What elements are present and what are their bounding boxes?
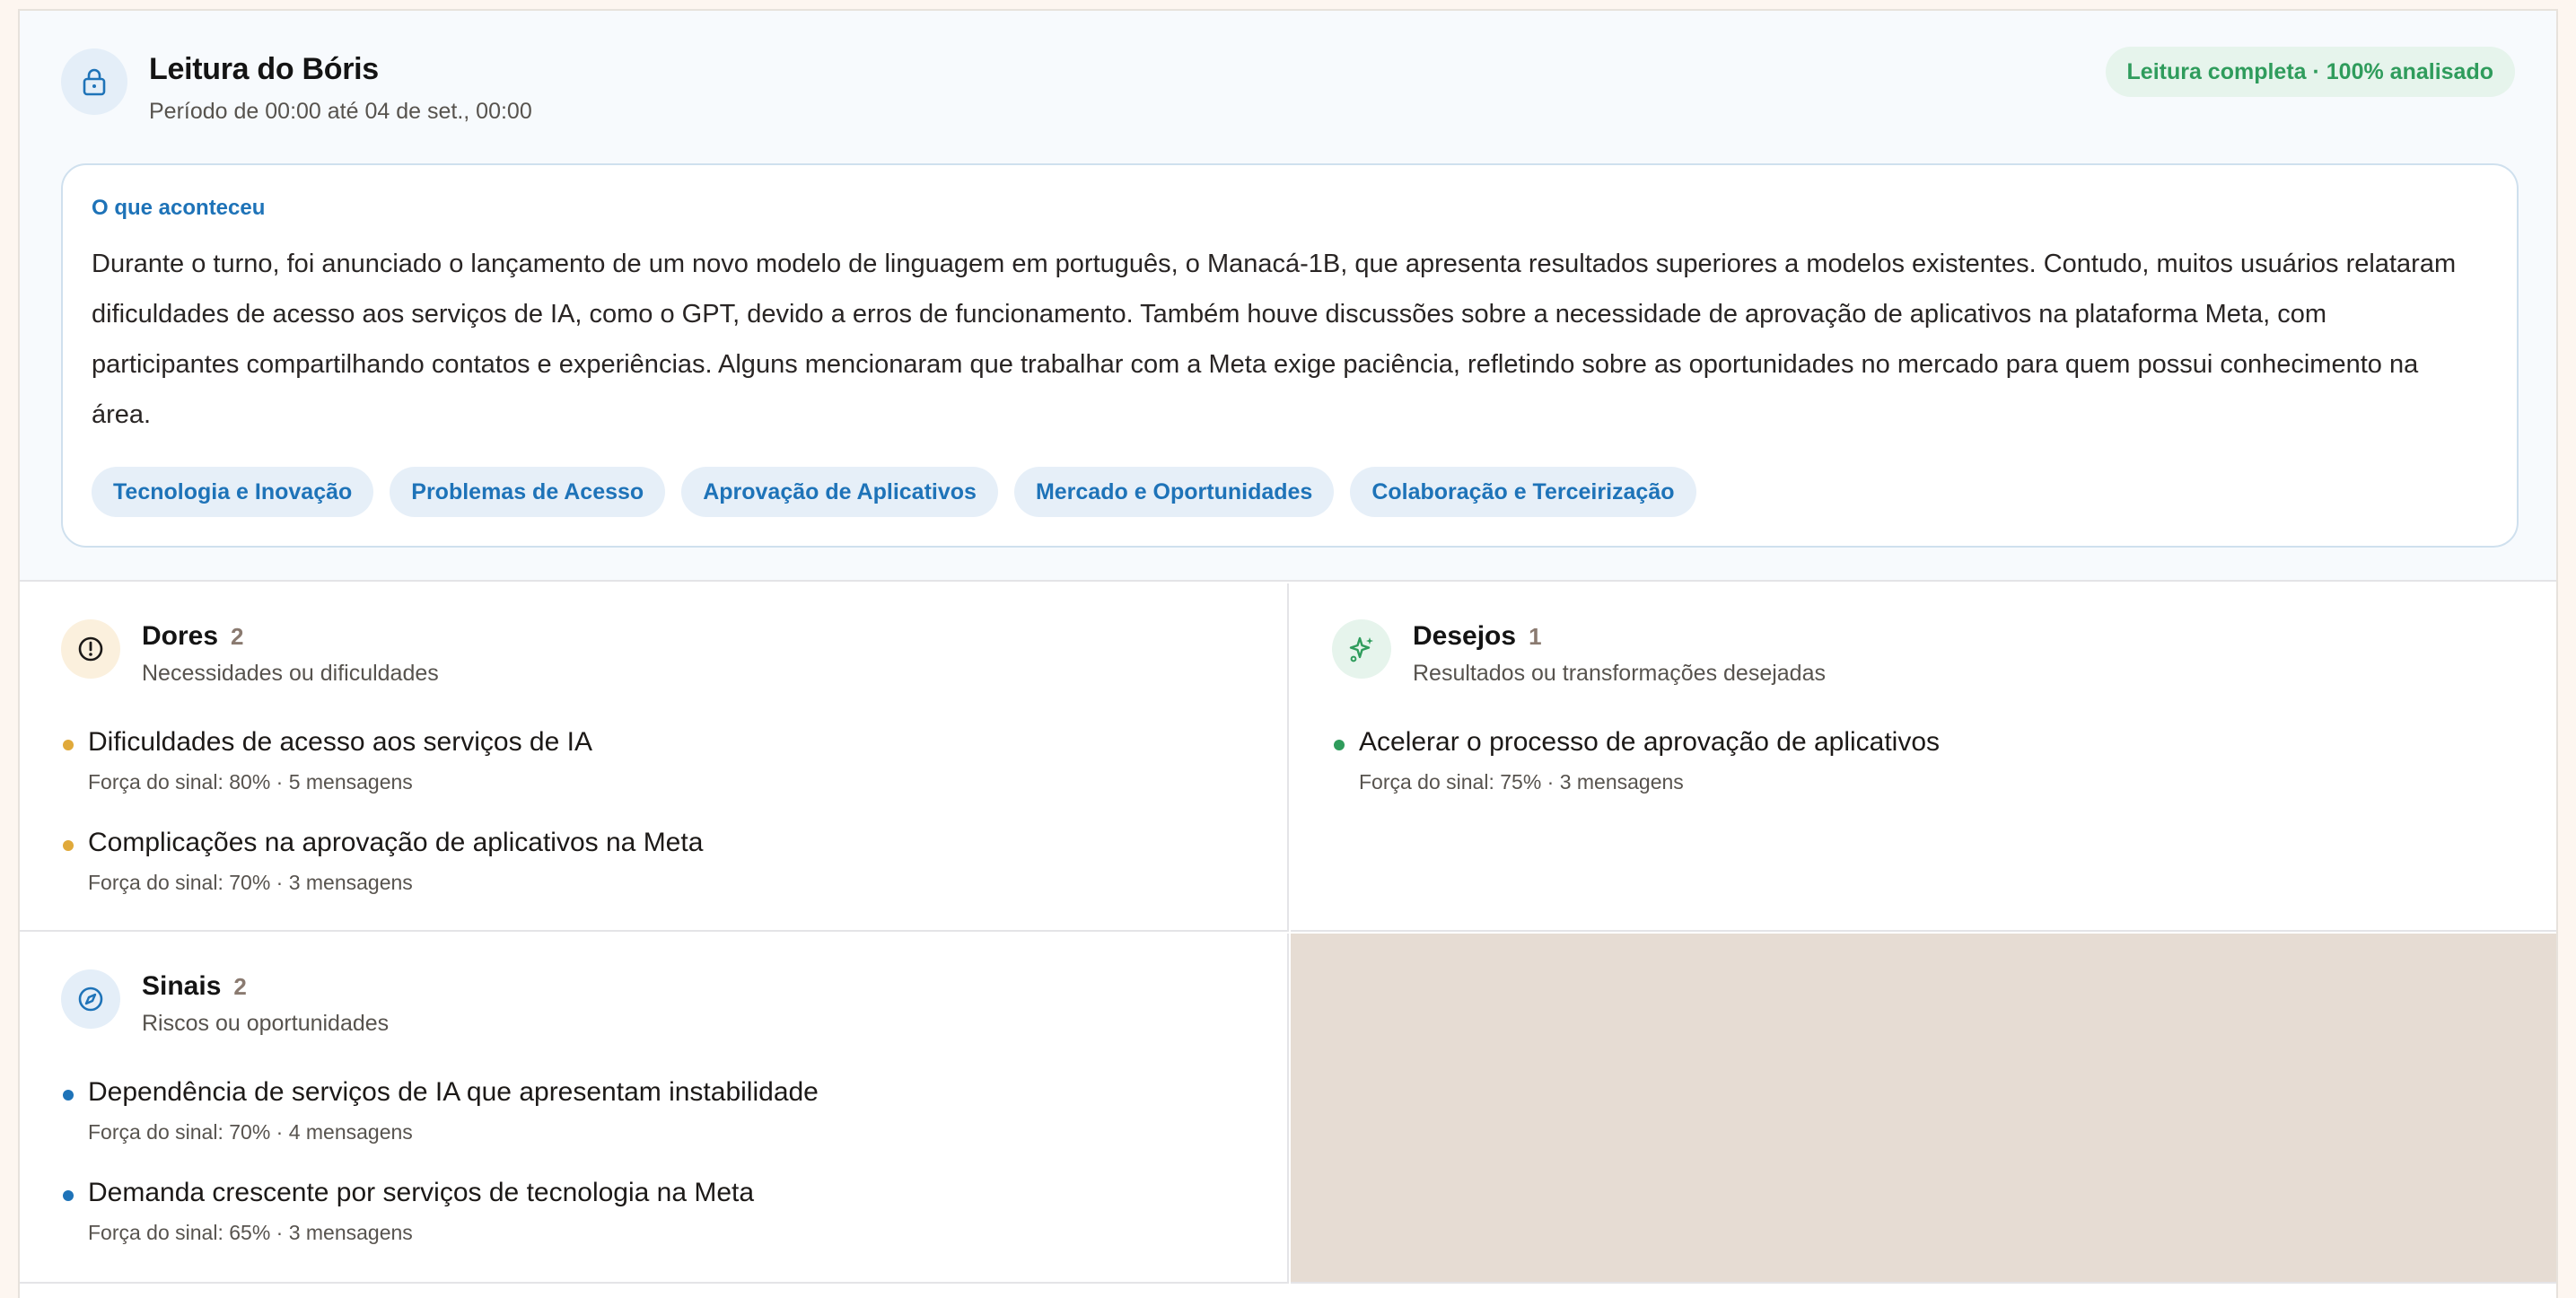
summary-text: Durante o turno, foi anunciado o lançame… [92,250,2457,429]
panel-title: Dores 2 [142,621,244,652]
alert-circle-icon [61,619,120,679]
panel-title: Desejos 1 [1413,621,1542,652]
panel-count: 2 [233,973,247,1000]
list-item[interactable]: Demanda crescente por serviços de tecnol… [63,1178,755,1245]
list-item[interactable]: Dependência de serviços de IA que aprese… [63,1077,819,1145]
summary-card: O que aconteceu Durante o turno, foi anu… [61,163,2519,548]
summary-label: O que aconteceu [92,196,266,220]
panel-subtitle: Necessidades ou dificuldades [142,661,439,686]
item-meta: Força do sinal: 80% · 5 mensagens [88,770,413,794]
panel-desejos: Desejos 1 Resultados ou transformações de… [1291,583,2556,932]
lock-icon [61,48,127,115]
panel-title-text: Sinais [142,971,222,1001]
panel-title: Sinais 2 [142,971,247,1002]
panel-subtitle: Riscos ou oportunidades [142,1011,390,1036]
reading-frame: Leitura do Bóris Período de 00:00 até 04… [18,9,2558,1298]
list-item[interactable]: Acelerar o processo de aprovação de apli… [1334,727,1941,794]
item-text: Dependência de serviços de IA que aprese… [88,1077,819,1107]
panel-count: 2 [231,623,244,650]
topic-tags: Tecnologia e Inovação Problemas de Acess… [92,467,1696,517]
list-item[interactable]: Complicações na aprovação de aplicativos… [63,828,704,895]
list-item[interactable]: Dificuldades de acesso aos serviços de I… [63,727,592,794]
item-text: Dificuldades de acesso aos serviços de I… [88,727,592,757]
topic-tag[interactable]: Colaboração e Terceirização [1350,467,1696,517]
topic-tag[interactable]: Problemas de Acesso [390,467,666,517]
compass-icon [61,969,120,1029]
reading-header: Leitura do Bóris Período de 00:00 até 04… [20,11,2556,582]
item-text: Demanda crescente por serviços de tecnol… [88,1178,755,1207]
panel-dores: Dores 2 Necessidades ou dificuldades Difi… [20,583,1289,932]
item-meta: Força do sinal: 70% · 3 mensagens [88,871,413,894]
item-text: Complicações na aprovação de aplicativos… [88,828,704,857]
topic-tag[interactable]: Aprovação de Aplicativos [681,467,998,517]
panel-sinais: Sinais 2 Riscos ou oportunidades Dependên… [20,934,1289,1284]
page-title: Leitura do Bóris [149,52,379,86]
sparkles-icon [1332,619,1391,679]
status-badge: Leitura completa · 100% analisado [2105,47,2515,97]
item-meta: Força do sinal: 75% · 3 mensagens [1359,770,1684,794]
topic-tag[interactable]: Mercado e Oportunidades [1013,467,1335,517]
topic-tag[interactable]: Tecnologia e Inovação [92,467,374,517]
item-meta: Força do sinal: 70% · 4 mensagens [88,1120,413,1144]
panel-count: 1 [1529,623,1542,650]
panel-title-text: Desejos [1413,621,1517,651]
bullet-dot [63,740,74,750]
item-text: Acelerar o processo de aprovação de apli… [1359,727,1941,757]
item-meta: Força do sinal: 65% · 3 mensagens [88,1221,413,1244]
period-text: Período de 00:00 até 04 de set., 00:00 [149,99,532,124]
panel-subtitle: Resultados ou transformações desejadas [1413,661,1826,686]
panel-title-text: Dores [142,621,219,651]
bullet-dot [63,1090,74,1101]
bullet-dot [63,840,74,851]
bullet-dot [63,1190,74,1201]
empty-panel [1291,934,2556,1284]
bullet-dot [1334,740,1345,750]
